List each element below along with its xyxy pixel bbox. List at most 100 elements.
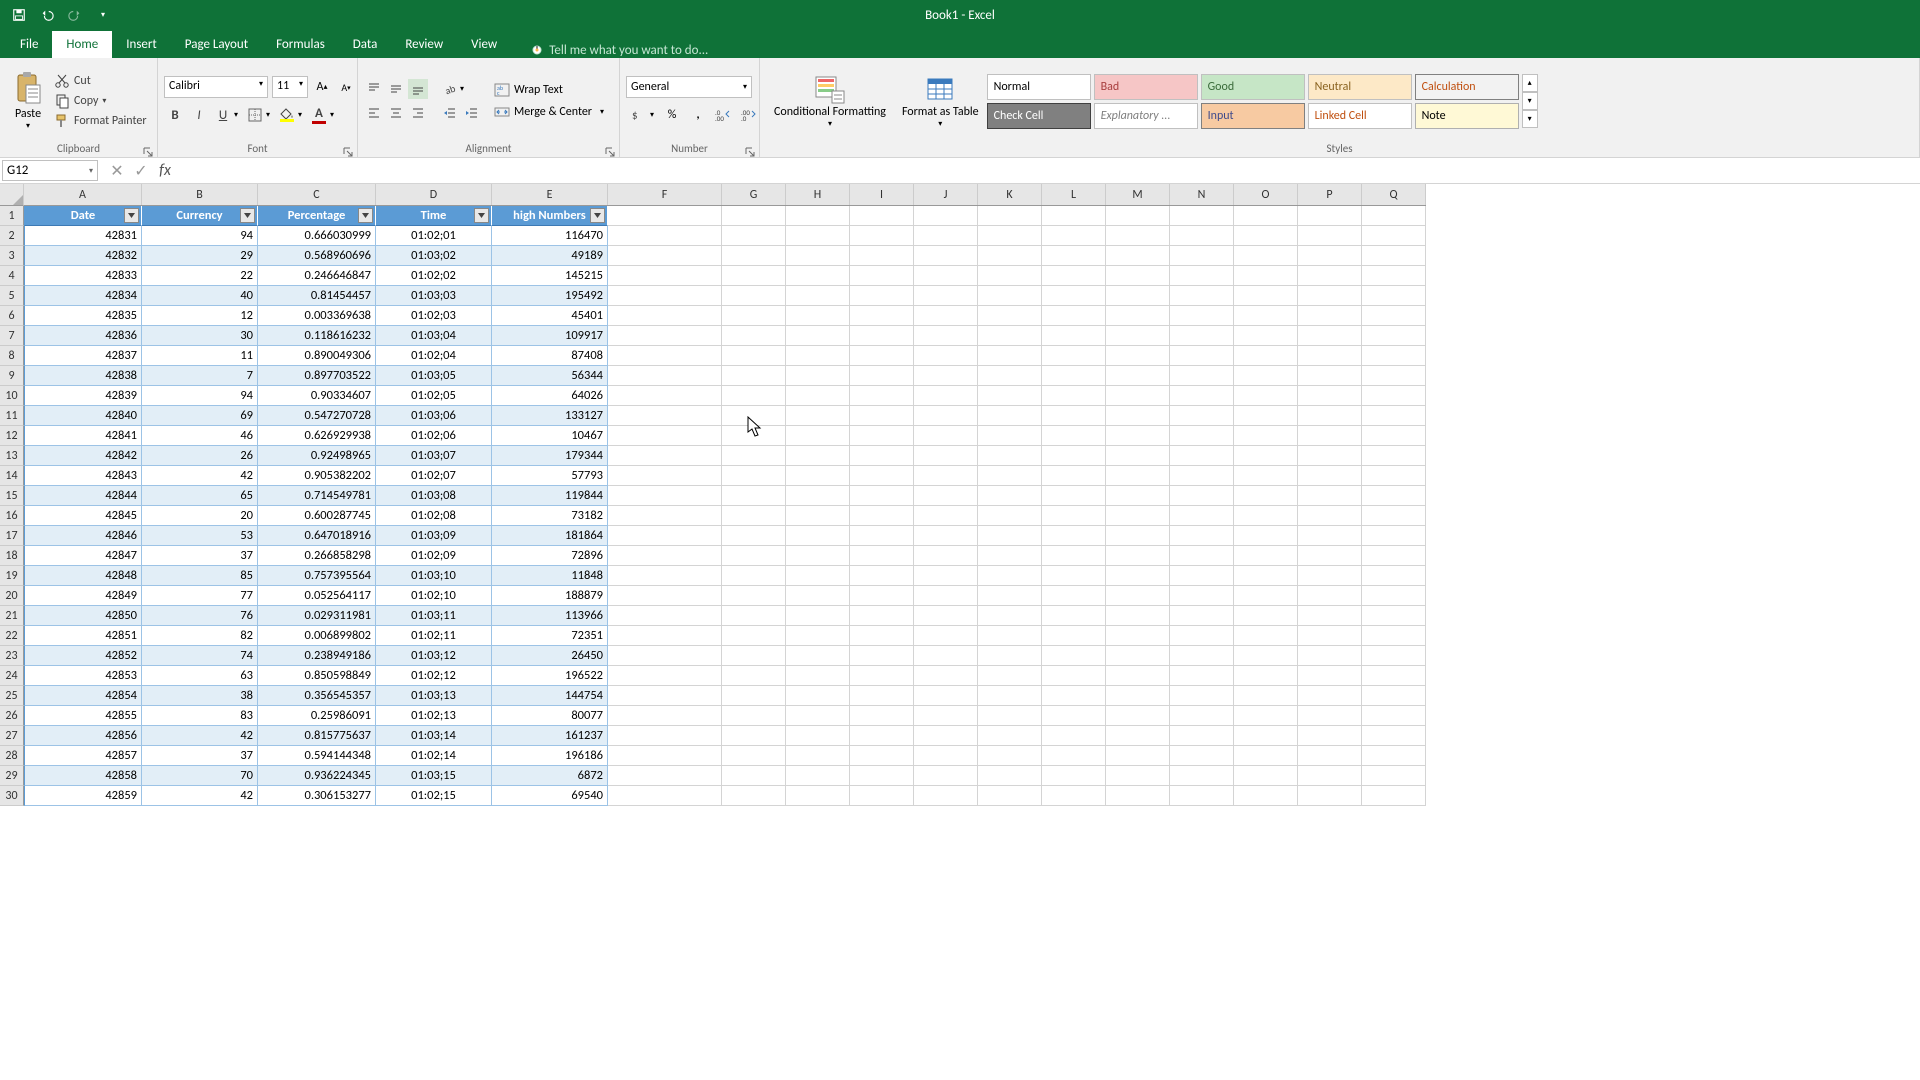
cell[interactable] [608, 686, 722, 706]
cell[interactable]: 196186 [492, 746, 608, 766]
cell[interactable]: 01:03;04 [376, 326, 492, 346]
cell[interactable] [1042, 326, 1106, 346]
cell[interactable]: 11848 [492, 566, 608, 586]
cell[interactable] [1362, 606, 1426, 626]
row-header[interactable]: 28 [0, 746, 24, 766]
cell[interactable] [1298, 326, 1362, 346]
cell[interactable] [722, 346, 786, 366]
cell[interactable] [1298, 686, 1362, 706]
borders-button[interactable] [244, 104, 266, 126]
cell[interactable] [978, 626, 1042, 646]
cell[interactable]: 01:03;11 [376, 606, 492, 626]
filter-button[interactable] [474, 208, 489, 223]
cell[interactable] [1042, 586, 1106, 606]
cell[interactable]: 42841 [24, 426, 142, 446]
wrap-text-button[interactable]: abcWrap Text [490, 80, 608, 100]
select-all-corner[interactable] [0, 184, 24, 206]
cell[interactable] [850, 226, 914, 246]
cell[interactable]: 42 [142, 466, 258, 486]
cell[interactable]: 26450 [492, 646, 608, 666]
cell[interactable] [1298, 206, 1362, 226]
cell[interactable] [850, 726, 914, 746]
cell[interactable]: 0.936224345 [258, 766, 376, 786]
decrease-decimal-icon[interactable]: .00.0 [738, 104, 762, 126]
cell[interactable] [722, 446, 786, 466]
cell[interactable] [608, 366, 722, 386]
cell[interactable]: 0.92498965 [258, 446, 376, 466]
cell[interactable] [1170, 226, 1234, 246]
merge-center-button[interactable]: Merge & Center▾ [490, 102, 608, 122]
cell[interactable] [1170, 486, 1234, 506]
cell[interactable] [1298, 426, 1362, 446]
cell[interactable]: 0.006899802 [258, 626, 376, 646]
cell[interactable] [1170, 206, 1234, 226]
cell[interactable]: 42851 [24, 626, 142, 646]
cell[interactable] [914, 406, 978, 426]
cell[interactable]: 01:02;06 [376, 426, 492, 446]
cell[interactable]: 94 [142, 226, 258, 246]
cell[interactable] [978, 466, 1042, 486]
cell[interactable] [978, 566, 1042, 586]
cell[interactable]: 42837 [24, 346, 142, 366]
cell[interactable] [1362, 486, 1426, 506]
cell[interactable] [1298, 286, 1362, 306]
cell[interactable]: 0.356545357 [258, 686, 376, 706]
cell[interactable] [722, 706, 786, 726]
cell[interactable]: 94 [142, 386, 258, 406]
cell[interactable]: 65 [142, 486, 258, 506]
cell[interactable] [1106, 226, 1170, 246]
cell[interactable] [1362, 346, 1426, 366]
cell[interactable] [722, 206, 786, 226]
cell[interactable] [1170, 246, 1234, 266]
font-name-select[interactable]: Calibri▾ [164, 76, 268, 98]
cell[interactable] [1362, 366, 1426, 386]
cell[interactable]: 01:03;09 [376, 526, 492, 546]
cell[interactable]: 42847 [24, 546, 142, 566]
style-neutral[interactable]: Neutral [1308, 74, 1412, 100]
cell[interactable] [722, 326, 786, 346]
cell[interactable] [978, 326, 1042, 346]
tab-page-layout[interactable]: Page Layout [171, 31, 262, 58]
cell[interactable]: 113966 [492, 606, 608, 626]
cell[interactable] [786, 606, 850, 626]
cell[interactable] [1362, 406, 1426, 426]
cell[interactable]: 01:03;08 [376, 486, 492, 506]
cell[interactable] [1106, 306, 1170, 326]
cell[interactable] [608, 746, 722, 766]
cell[interactable]: 46 [142, 426, 258, 446]
cell[interactable]: 01:03;15 [376, 766, 492, 786]
cell[interactable]: 01:03;12 [376, 646, 492, 666]
cell[interactable]: 76 [142, 606, 258, 626]
col-header-G[interactable]: G [722, 184, 786, 205]
cell[interactable] [914, 386, 978, 406]
redo-icon[interactable] [66, 6, 84, 24]
cell[interactable] [1042, 766, 1106, 786]
cell[interactable] [786, 446, 850, 466]
cell[interactable] [850, 286, 914, 306]
cell[interactable]: 0.757395564 [258, 566, 376, 586]
cell[interactable]: 179344 [492, 446, 608, 466]
row-header[interactable]: 9 [0, 366, 24, 386]
cell[interactable] [1234, 726, 1298, 746]
cell[interactable] [914, 746, 978, 766]
cell[interactable] [786, 786, 850, 806]
cell[interactable] [608, 626, 722, 646]
cell[interactable]: 42832 [24, 246, 142, 266]
gallery-down-icon[interactable]: ▾ [1522, 92, 1538, 110]
cell[interactable] [1298, 766, 1362, 786]
cell[interactable] [1170, 526, 1234, 546]
cell[interactable] [1106, 626, 1170, 646]
cell[interactable] [1042, 626, 1106, 646]
style-normal[interactable]: Normal [987, 74, 1091, 100]
cell[interactable] [1234, 606, 1298, 626]
cell[interactable] [1170, 606, 1234, 626]
cell[interactable] [608, 326, 722, 346]
style-explanatory----[interactable]: Explanatory ... [1094, 103, 1198, 129]
cell[interactable] [978, 486, 1042, 506]
cell[interactable] [914, 446, 978, 466]
paste-button[interactable]: Paste ▾ [6, 69, 50, 133]
row-header[interactable]: 8 [0, 346, 24, 366]
style-linked-cell[interactable]: Linked Cell [1308, 103, 1412, 129]
cell[interactable]: 196522 [492, 666, 608, 686]
cell[interactable] [722, 686, 786, 706]
